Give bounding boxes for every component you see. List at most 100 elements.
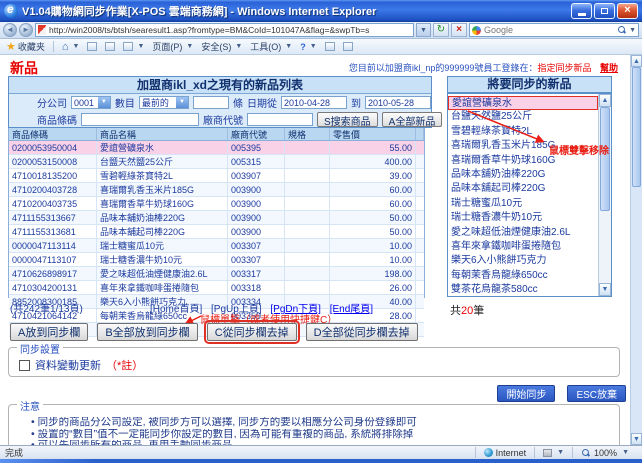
home-button[interactable]: ⌂▼ — [62, 41, 80, 53]
sync-list-item[interactable]: 愛之味超低油煙健康油2.6L — [448, 226, 598, 240]
menu-tools[interactable]: 工具(O)▼ — [250, 40, 292, 53]
esc-cancel-button[interactable]: ESC放棄 — [567, 385, 626, 402]
count-mode-select[interactable]: 最前的▼ — [139, 96, 189, 109]
date-to-label: 到 — [351, 95, 361, 110]
all-products-button[interactable]: A全部新品 — [382, 112, 443, 127]
scroll-down-icon[interactable]: ▼ — [631, 433, 642, 445]
favorites-button[interactable]: ★ 收藏夹 — [6, 40, 45, 53]
sync-list-item[interactable]: 瑞士糖香濃牛奶10元 — [448, 211, 598, 225]
address-dropdown[interactable]: ▼ — [416, 23, 431, 37]
date-to-input[interactable] — [365, 96, 431, 109]
search-box[interactable]: Google ▼ — [469, 23, 639, 37]
search-products-button[interactable]: S搜索商品 — [317, 112, 378, 127]
page-scrollbar[interactable]: ▲ ▼ — [630, 55, 642, 445]
search-dropdown-icon[interactable]: ▼ — [629, 27, 636, 34]
table-cell: 60.00 — [330, 197, 416, 210]
chevron-down-icon[interactable]: ▼ — [176, 97, 188, 108]
table-cell: 4710200403735 — [9, 197, 97, 210]
table-cell: 品味本舖起司棒220G — [97, 225, 228, 238]
search-input[interactable]: Google — [484, 25, 617, 35]
count-input[interactable] — [193, 96, 229, 109]
menu-safety[interactable]: 安全(S)▼ — [201, 40, 242, 53]
table-row[interactable]: 4710200403735喜瑞爾香草牛奶球160G00390060.00 — [9, 197, 424, 211]
start-sync-button[interactable]: 開始同步 — [497, 385, 555, 402]
chevron-down-icon[interactable]: ▼ — [98, 97, 110, 108]
sync-list-title: 將要同步的新品 — [447, 76, 612, 93]
scroll-up-icon[interactable]: ▲ — [599, 94, 611, 107]
search-icon[interactable] — [617, 25, 627, 35]
menu-page[interactable]: 页面(P)▼ — [152, 40, 193, 53]
back-button[interactable]: ◄ — [3, 23, 17, 37]
stop-button[interactable]: × — [451, 23, 467, 37]
scrollbar-thumb[interactable] — [600, 107, 610, 211]
count-label: 數目 — [115, 95, 135, 110]
table-row[interactable]: 0200053150008台鹽天然鹽25公斤005315400.00 — [9, 155, 424, 169]
product-list-title: 加盟商ikl_xd之現有的新品列表 — [9, 77, 431, 94]
sync-list-item[interactable]: 雙茶花烏龍茶580cc — [448, 283, 598, 296]
table-row[interactable]: 4710200403728喜瑞爾乳香玉米片185G00390060.00 — [9, 183, 424, 197]
scroll-up-icon[interactable]: ▲ — [631, 55, 642, 67]
table-cell: 60.00 — [330, 183, 416, 196]
sync-list-item[interactable]: 品味本舖起司棒220G — [448, 182, 598, 196]
zoom-control[interactable]: 100% ▼ — [572, 447, 637, 458]
sync-action-button-d[interactable]: D全部從同步欄去掉 — [306, 323, 418, 341]
table-cell: 4710626898917 — [9, 267, 97, 280]
sync-count: 共20筆 — [450, 302, 484, 318]
table-cell: 瑞士糖蜜瓜10元 — [97, 239, 228, 252]
table-cell: 10.00 — [330, 239, 416, 252]
branch-select[interactable]: 0001▼ — [71, 96, 111, 109]
star-icon: ★ — [6, 40, 16, 53]
table-row[interactable]: 0000047113107瑞士糖香濃牛奶10元00330710.00 — [9, 253, 424, 267]
feeds-icon[interactable] — [87, 42, 97, 51]
table-row[interactable]: 4711155313681品味本舖起司棒220G00390050.00 — [9, 225, 424, 239]
scrollbar-thumb[interactable] — [632, 67, 641, 187]
table-row[interactable]: 4711155313667品味本舖奶油棒220G00390050.00 — [9, 211, 424, 225]
url-text[interactable]: http://win2008/ts/btsh/searesult1.asp?fr… — [49, 25, 411, 35]
restore-button[interactable] — [594, 3, 615, 19]
product-filter-box: 加盟商ikl_xd之現有的新品列表 分公司 0001▼ 數目 最前的▼ 條 日期… — [8, 76, 432, 128]
forward-button[interactable]: ► — [19, 23, 33, 37]
scroll-down-icon[interactable]: ▼ — [599, 283, 611, 296]
print-button[interactable]: ▼ — [123, 42, 144, 51]
help-link[interactable]: 幫助 — [600, 63, 618, 73]
vendor-label: 廠商代號 — [203, 112, 243, 127]
table-cell: 0200053950004 — [9, 141, 97, 154]
sync-list-item[interactable]: 瑞士糖蜜瓜10元 — [448, 197, 598, 211]
refresh-button[interactable]: ↻ — [433, 23, 449, 37]
address-field[interactable]: http://win2008/ts/btsh/searesult1.asp?fr… — [35, 23, 414, 37]
table-cell: 50.00 — [330, 211, 416, 224]
mail-icon[interactable] — [105, 42, 115, 51]
table-cell: 003900 — [228, 211, 285, 224]
table-cell — [285, 225, 330, 238]
help-menu[interactable]: ?▼ — [300, 42, 316, 52]
close-button[interactable]: × — [617, 3, 638, 19]
table-row[interactable]: 4710304200131喜年來拿鐵咖啡蛋捲隨包00331826.00 — [9, 281, 424, 295]
extra-icon-2[interactable] — [343, 42, 353, 51]
minimize-button[interactable] — [571, 3, 592, 19]
listbox-scrollbar[interactable]: ▲ ▼ — [598, 94, 611, 296]
table-cell — [285, 141, 330, 154]
sync-action-button-b[interactable]: B全部放到同步欄 — [97, 323, 197, 341]
vendor-input[interactable] — [247, 113, 313, 126]
window-title: V1.04購物網同步作業[X-POS 雲端商務網] - Windows Inte… — [22, 3, 571, 19]
sync-list-item[interactable]: 喜年來拿鐵咖啡蛋捲隨包 — [448, 240, 598, 254]
sync-action-button-a[interactable]: A放到同步欄 — [10, 323, 88, 341]
table-row[interactable]: 0200053950004愛誼營礦泉水00539555.00 — [9, 141, 424, 155]
table-row[interactable]: 4710018135200雪碧輕綠茶寶特2L00390739.00 — [9, 169, 424, 183]
protected-mode-button[interactable]: ▼ — [534, 447, 572, 458]
sync-list-item[interactable]: 每朝茉香烏龍綠650cc — [448, 269, 598, 283]
extra-icon-1[interactable] — [325, 42, 335, 51]
sync-settings: 同步設置 資料變動更新 （*註） — [8, 347, 620, 377]
table-row[interactable]: 4710626898917愛之味超低油煙健康油2.6L003317198.00 — [9, 267, 424, 281]
sync-list-item[interactable]: 品味本舖奶油棒220G — [448, 168, 598, 182]
sync-action-button-c[interactable]: C從同步欄去掉 — [207, 323, 297, 341]
table-cell: 003317 — [228, 267, 285, 280]
sync-list-item[interactable]: 樂天6入小熊餅巧克力 — [448, 254, 598, 268]
data-update-checkbox[interactable] — [19, 360, 30, 371]
barcode-input[interactable] — [81, 113, 199, 126]
table-row[interactable]: 0000047113114瑞士糖蜜瓜10元00330710.00 — [9, 239, 424, 253]
date-from-input[interactable] — [281, 96, 347, 109]
notes-legend: 注意 — [17, 398, 43, 413]
unit-label: 條 — [233, 95, 243, 110]
table-cell: 喜瑞爾乳香玉米片185G — [97, 183, 228, 196]
